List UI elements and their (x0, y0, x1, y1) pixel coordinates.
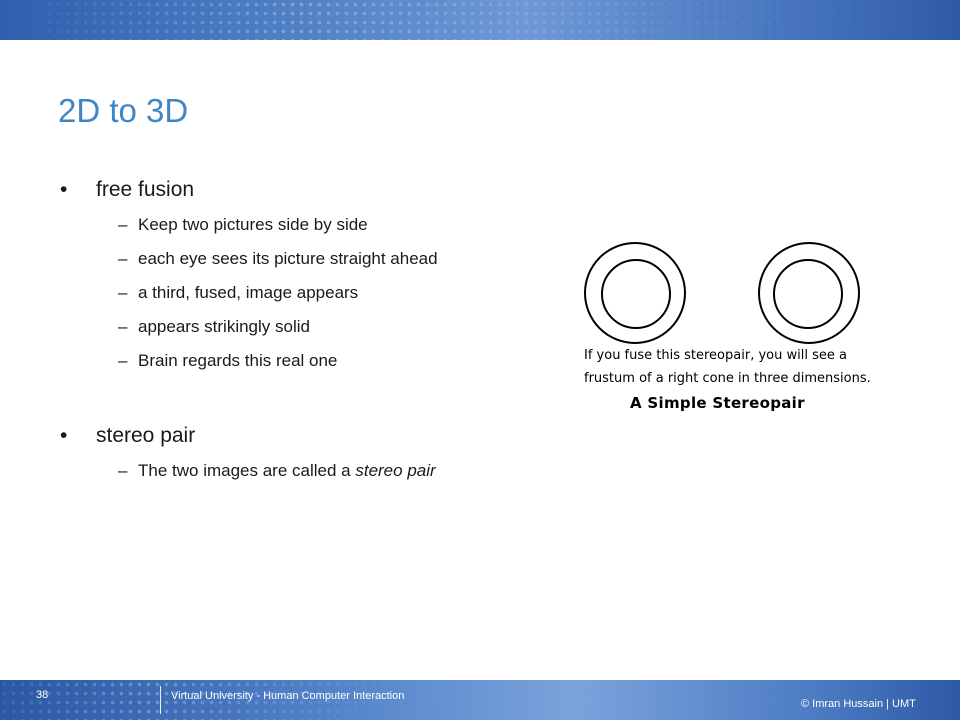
header-dot-pattern (0, 0, 960, 40)
subitem: – The two images are called a stereo pai… (60, 454, 580, 488)
dash-marker: – (118, 317, 128, 336)
footer-course: Virtual University - Human Computer Inte… (171, 690, 405, 702)
subitem-text: The two images are called a (138, 461, 356, 480)
subitem-text: Keep two pictures side by side (138, 215, 368, 234)
left-inner-circle (601, 259, 671, 329)
dash-marker: – (118, 283, 128, 302)
slide: 2D to 3D • free fusion – Keep two pictur… (0, 0, 960, 720)
subitem-text: each eye sees its picture straight ahead (138, 249, 438, 268)
header-band (0, 0, 960, 40)
slide-title: 2D to 3D (58, 92, 189, 129)
stereopair-image (584, 242, 860, 344)
bullet-marker: • (60, 424, 68, 447)
dash-marker: – (118, 351, 128, 370)
bullet-list: • free fusion – Keep two pictures side b… (60, 172, 580, 488)
subitem: – Brain regards this real one (60, 344, 580, 378)
bullet-free-fusion: • free fusion (60, 172, 580, 208)
footer-divider (160, 686, 161, 714)
subitem-emphasis: stereo pair (355, 461, 436, 480)
bullet-stereo-pair: • stereo pair (60, 418, 580, 454)
footer-credit: © Imran Hussain | UMT (801, 698, 916, 710)
stereopair-figure: If you fuse this stereopair, you will se… (578, 218, 888, 418)
figure-caption-title: A Simple Stereopair (630, 394, 805, 412)
subitem: – appears strikingly solid (60, 310, 580, 344)
figure-caption-line1: If you fuse this stereopair, you will se… (584, 348, 847, 363)
bullet-text: free fusion (96, 178, 195, 201)
subitem-text: Brain regards this real one (138, 351, 338, 370)
subitem: – Keep two pictures side by side (60, 208, 580, 242)
right-inner-circle (773, 259, 843, 329)
page-number: 38 (36, 689, 49, 701)
dash-marker: – (118, 215, 128, 234)
subitem-text: a third, fused, image appears (138, 283, 359, 302)
subitem: – a third, fused, image appears (60, 276, 580, 310)
dash-marker: – (118, 249, 128, 268)
bullet-text: stereo pair (96, 424, 196, 447)
subitem: – each eye sees its picture straight ahe… (60, 242, 580, 276)
dash-marker: – (118, 461, 128, 480)
figure-caption-line2: frustum of a right cone in three dimensi… (584, 371, 871, 386)
bullet-marker: • (60, 178, 68, 201)
subitem-text: appears strikingly solid (138, 317, 310, 336)
